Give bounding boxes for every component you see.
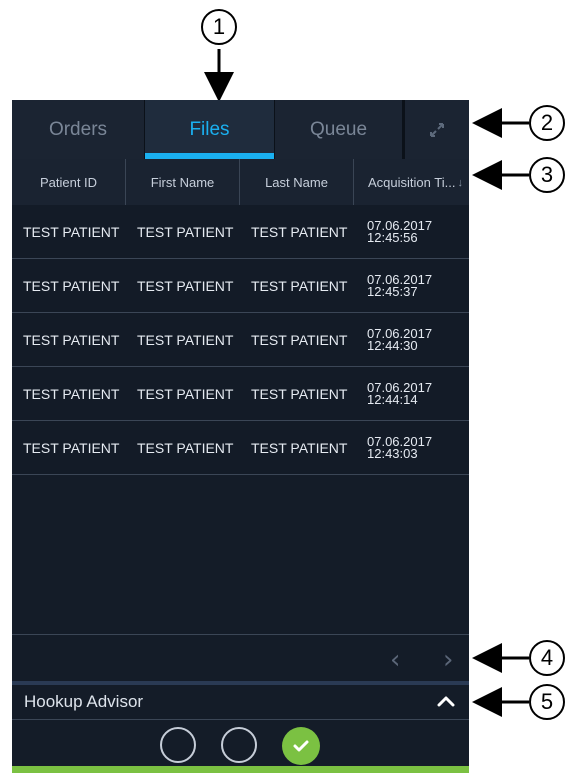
table-header: Patient ID First Name Last Name Acquisit… — [12, 159, 469, 206]
cell-first-name: TEST PATIENT — [137, 385, 234, 402]
previous-page-button[interactable]: ‹ — [390, 645, 400, 675]
sort-descending-icon[interactable]: ↓ — [458, 177, 464, 189]
cell-patient-id: TEST PATIENT — [23, 439, 120, 456]
cell-acquisition-time: 07.06.2017 12:45:37 — [354, 259, 468, 312]
cell-patient-id: TEST PATIENT — [23, 331, 120, 348]
cell-patient-id: TEST PATIENT — [23, 385, 120, 402]
hookup-advisor-header[interactable]: Hookup Advisor — [12, 685, 469, 720]
cell-acquisition-time: 07.06.2017 12:45:56 — [354, 205, 468, 258]
status-check — [282, 727, 320, 765]
column-header-patient-id[interactable]: Patient ID — [12, 159, 126, 205]
checkmark-icon — [293, 740, 309, 752]
cell-acquisition-time: 07.06.2017 12:43:03 — [354, 421, 468, 474]
hookup-status-indicators — [12, 720, 469, 766]
acquisition-clock: 12:44:14 — [367, 391, 418, 407]
status-circle-empty — [160, 727, 196, 763]
tab-bar: Orders Files Queue — [12, 100, 469, 159]
status-bar — [12, 766, 469, 773]
cell-acquisition-time: 07.06.2017 12:44:30 — [354, 313, 468, 366]
cell-last-name: TEST PATIENT — [251, 223, 348, 240]
callout-5: 5 — [529, 684, 565, 720]
status-circle-empty — [221, 727, 257, 763]
tab-queue[interactable]: Queue — [275, 100, 405, 159]
cell-first-name: TEST PATIENT — [137, 439, 234, 456]
table-row[interactable]: TEST PATIENT TEST PATIENT TEST PATIENT 0… — [12, 367, 469, 421]
callout-2: 2 — [529, 105, 565, 141]
acquisition-clock: 12:45:56 — [367, 229, 418, 245]
expand-button[interactable] — [405, 100, 469, 159]
callout-1: 1 — [201, 9, 237, 45]
column-header-acquisition-time[interactable]: Acquisition Ti... ↓ — [354, 159, 469, 205]
acquisition-clock: 12:43:03 — [367, 445, 418, 461]
column-header-first-name[interactable]: First Name — [126, 159, 240, 205]
cell-first-name: TEST PATIENT — [137, 331, 234, 348]
column-header-last-name[interactable]: Last Name — [240, 159, 354, 205]
next-page-button[interactable]: › — [443, 645, 453, 675]
tab-orders[interactable]: Orders — [12, 100, 145, 159]
chevron-up-icon[interactable] — [437, 694, 455, 708]
expand-icon — [430, 122, 444, 137]
hookup-advisor-title: Hookup Advisor — [24, 692, 144, 711]
cell-last-name: TEST PATIENT — [251, 385, 348, 402]
column-header-acquisition-time-label: Acquisition Ti... — [368, 174, 456, 190]
cell-first-name: TEST PATIENT — [137, 223, 234, 240]
cell-patient-id: TEST PATIENT — [23, 277, 120, 294]
pagination-bar: ‹ › — [12, 634, 469, 682]
cell-last-name: TEST PATIENT — [251, 331, 348, 348]
file-list: TEST PATIENT TEST PATIENT TEST PATIENT 0… — [12, 205, 469, 475]
cell-first-name: TEST PATIENT — [137, 277, 234, 294]
table-row[interactable]: TEST PATIENT TEST PATIENT TEST PATIENT 0… — [12, 205, 469, 259]
cell-patient-id: TEST PATIENT — [23, 223, 120, 240]
table-row[interactable]: TEST PATIENT TEST PATIENT TEST PATIENT 0… — [12, 421, 469, 475]
cell-last-name: TEST PATIENT — [251, 439, 348, 456]
callout-4: 4 — [529, 640, 565, 676]
acquisition-clock: 12:45:37 — [367, 283, 418, 299]
files-panel: Orders Files Queue Patient ID First Name… — [12, 100, 469, 773]
cell-last-name: TEST PATIENT — [251, 277, 348, 294]
cell-acquisition-time: 07.06.2017 12:44:14 — [354, 367, 468, 420]
callout-3: 3 — [529, 157, 565, 193]
table-row[interactable]: TEST PATIENT TEST PATIENT TEST PATIENT 0… — [12, 259, 469, 313]
tab-files[interactable]: Files — [145, 100, 275, 159]
acquisition-clock: 12:44:30 — [367, 337, 418, 353]
table-row[interactable]: TEST PATIENT TEST PATIENT TEST PATIENT 0… — [12, 313, 469, 367]
